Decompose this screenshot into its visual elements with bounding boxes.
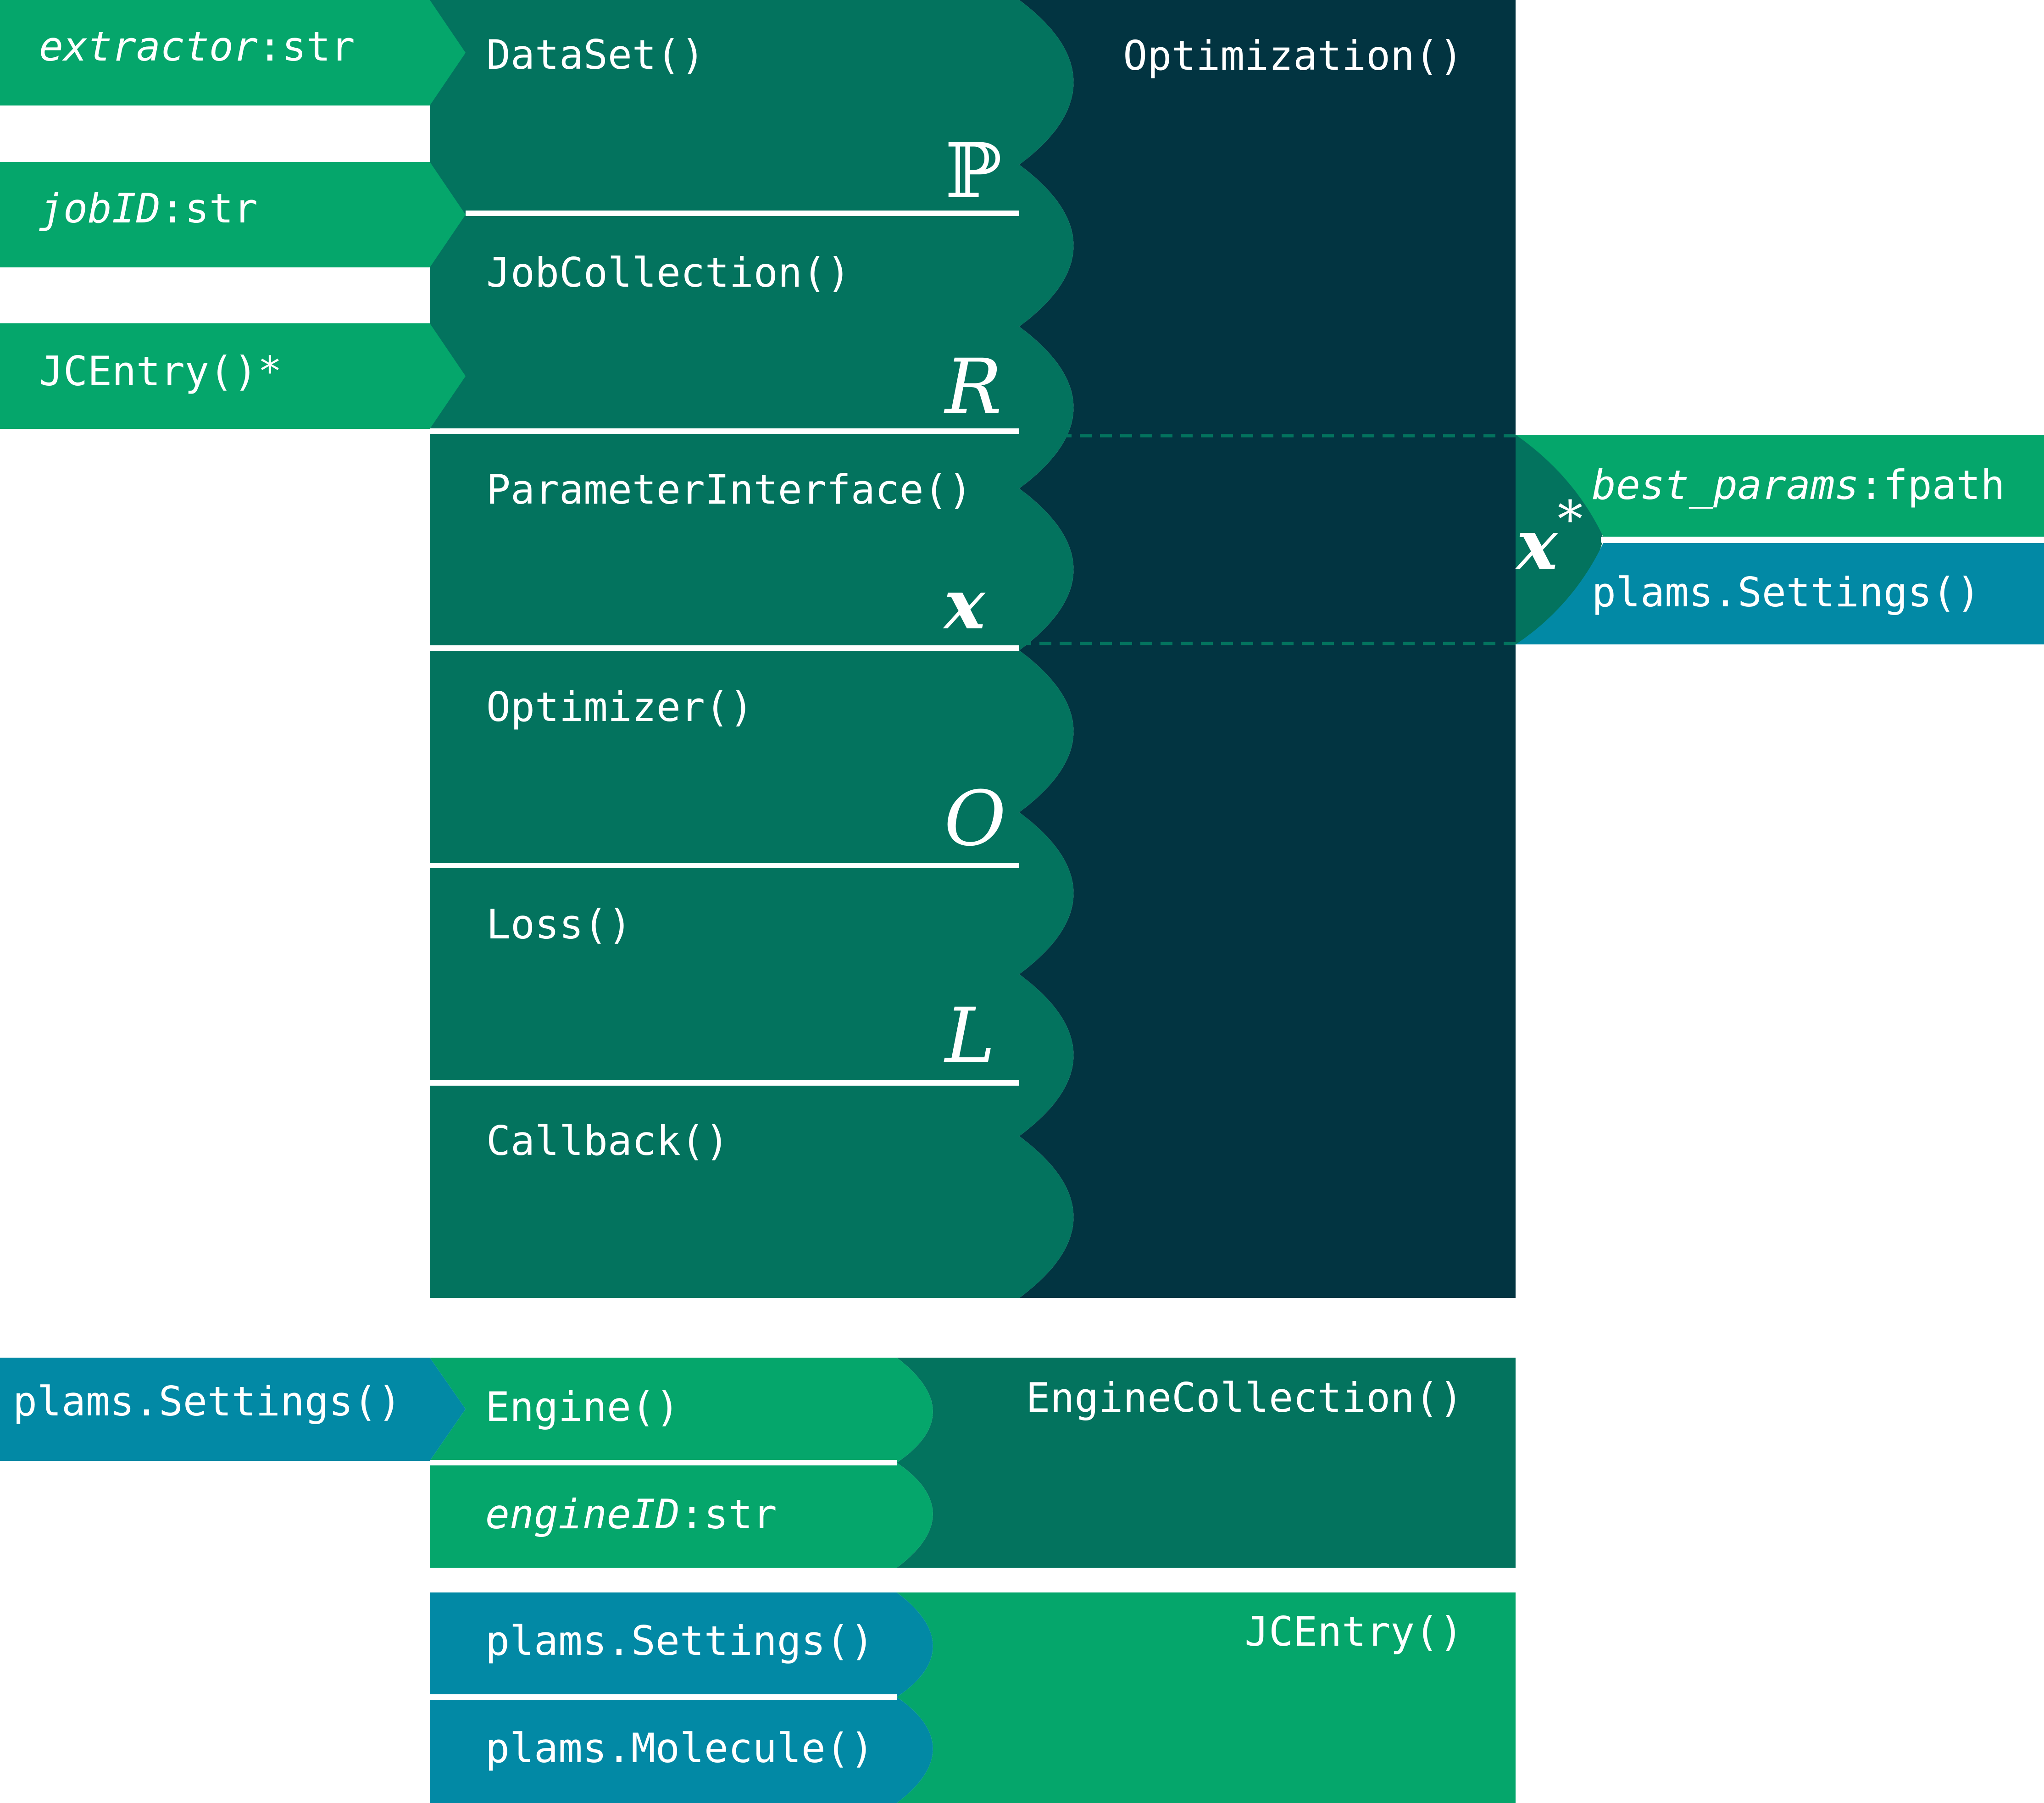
parameterinterface-symbol: x [943, 564, 986, 645]
jobcollection-label: JobCollection() [486, 249, 851, 296]
output-symbol-superscript: * [1557, 490, 1583, 549]
optimization-panel [1019, 0, 1516, 1298]
jobid-input-type: :str [161, 185, 258, 232]
jcentry-input-label: JCEntry()* [39, 348, 282, 395]
engine-id-name: engineID [485, 1491, 680, 1538]
output-settings-label: plams.Settings() [1592, 569, 1981, 616]
engine-collection-title: EngineCollection() [1026, 1374, 1463, 1421]
best-params-output: best_params:fpath [1592, 461, 2005, 509]
engine-id-type: :str [680, 1491, 777, 1538]
callback-label: Callback() [486, 1117, 729, 1165]
settings-input-label: plams.Settings() [13, 1378, 402, 1425]
extractor-input: extractor:str [39, 23, 355, 70]
parameterinterface-label: ParameterInterface() [486, 466, 972, 513]
jobid-input-name: jobID [39, 185, 161, 232]
extractor-input-name: extractor [39, 23, 258, 70]
loss-label: Loss() [486, 901, 632, 948]
dataset-label: DataSet() [486, 31, 705, 78]
loss-symbol: L [944, 992, 995, 1080]
engine-label: Engine() [485, 1383, 680, 1431]
output-symbol-base: x [1515, 505, 1558, 585]
jcentry-settings-label: plams.Settings() [485, 1617, 874, 1664]
dataset-symbol: ℙ [945, 127, 1002, 215]
jobid-input: jobID:str [39, 185, 258, 232]
jcentry-molecule-label: plams.Molecule() [485, 1725, 874, 1772]
engine-id-field: engineID:str [485, 1491, 777, 1538]
best-params-type: :fpath [1859, 461, 2005, 509]
architecture-diagram: extractor:str jobID:str JCEntry()* DataS… [0, 0, 2044, 1803]
optimizer-symbol: O [944, 775, 1006, 863]
jobcollection-symbol: R [944, 343, 1002, 431]
extractor-input-type: :str [258, 23, 355, 70]
optimization-title: Optimization() [1123, 32, 1463, 79]
best-params-name: best_params [1592, 461, 1859, 509]
optimizer-label: Optimizer() [486, 683, 754, 731]
jcentry-title: JCEntry() [1244, 1608, 1463, 1655]
